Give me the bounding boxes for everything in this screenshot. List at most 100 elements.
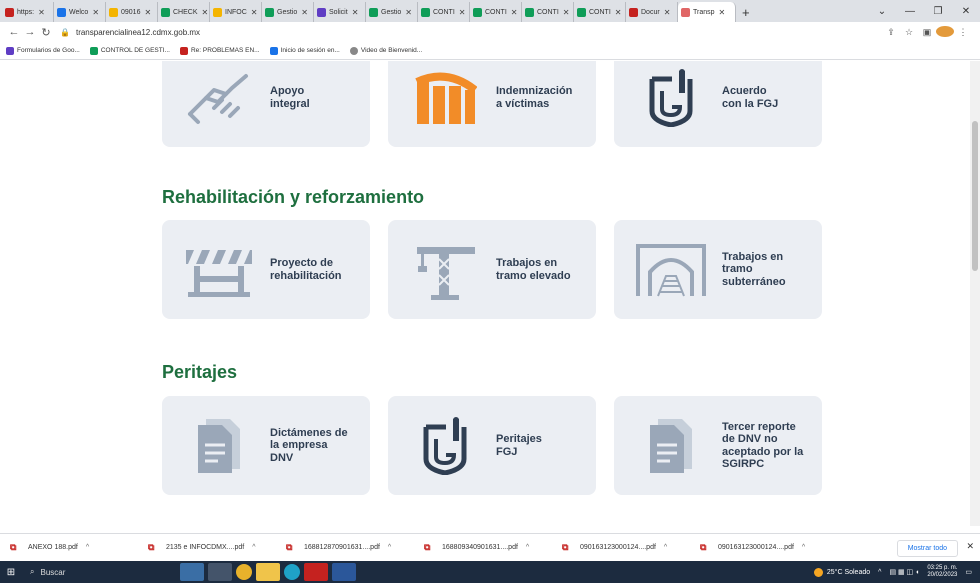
lock-icon[interactable]: 🔒 <box>60 28 70 37</box>
widgets-icon[interactable] <box>180 563 204 581</box>
chevron-up-icon[interactable]: ^ <box>252 544 255 551</box>
notification-icon[interactable]: ▭ <box>965 568 972 576</box>
close-icon[interactable]: ✕ <box>511 8 518 17</box>
close-icon[interactable]: ✕ <box>38 8 45 17</box>
close-window-icon[interactable]: ✕ <box>952 6 980 17</box>
close-icon[interactable]: ✕ <box>966 541 974 552</box>
file-explorer-icon[interactable] <box>256 563 280 581</box>
close-icon[interactable]: ✕ <box>92 8 99 17</box>
close-icon[interactable]: ✕ <box>144 8 151 17</box>
browser-tab-active[interactable]: Transp ✕ <box>678 2 736 22</box>
tab-favicon-icon <box>629 7 638 17</box>
close-icon[interactable]: ✕ <box>352 8 359 17</box>
close-icon[interactable]: ✕ <box>563 8 570 17</box>
clock[interactable]: 03:25 p. m. 20/02/2023 <box>927 565 957 579</box>
tab-favicon-icon <box>57 7 66 17</box>
close-icon[interactable]: ✕ <box>615 8 622 17</box>
task-view-icon[interactable] <box>208 563 232 581</box>
profile-avatar[interactable] <box>936 25 954 39</box>
restore-icon[interactable]: ❐ <box>924 6 952 17</box>
document-icon <box>180 407 258 485</box>
sidepanel-icon[interactable]: ▣ <box>918 27 936 38</box>
download-item[interactable]: ⧉ 168809340901631....pdf ^ <box>424 542 562 554</box>
browser-tab[interactable]: Gestio ✕ <box>366 2 418 22</box>
tab-label: Gestio <box>277 8 298 16</box>
reload-icon[interactable]: ↻ <box>38 26 54 39</box>
bookmark-item[interactable]: CONTROL DE GESTI... <box>89 46 170 55</box>
handshake-icon <box>180 61 258 137</box>
bookmark-item[interactable]: Inicio de sesión en... <box>269 46 340 55</box>
sun-icon <box>813 567 823 577</box>
browser-tab[interactable]: CONTI ✕ <box>470 2 522 22</box>
card-label: Dictámenes de la empresa DNV <box>270 426 348 464</box>
close-icon[interactable]: ✕ <box>405 8 412 17</box>
close-icon[interactable]: ✕ <box>202 8 209 17</box>
close-icon[interactable]: ✕ <box>664 8 671 17</box>
star-icon[interactable]: ☆ <box>900 27 918 38</box>
browser-tab[interactable]: 09016 ✕ <box>106 2 158 22</box>
chevron-up-icon[interactable]: ^ <box>526 544 529 551</box>
url-text: transparencialinea12.cdmx.gob.mx <box>75 27 201 37</box>
weather-label[interactable]: 25°C Soleado <box>827 569 870 576</box>
download-item[interactable]: ⧉ 090163123000124....pdf ^ <box>562 542 700 554</box>
download-item[interactable]: ⧉ 090163123000124....pdf ^ <box>700 542 838 554</box>
browser-tab[interactable]: Docur ✕ <box>626 2 678 22</box>
bookmark-item[interactable]: Video de Bienvenid... <box>349 46 422 55</box>
card-tramo-elevado[interactable]: Trabajos en tramo elevado <box>388 220 596 319</box>
close-icon[interactable]: ✕ <box>251 8 258 17</box>
chevron-up-icon[interactable]: ^ <box>388 544 391 551</box>
new-tab-button[interactable]: + <box>736 2 756 22</box>
section-title-rehabilitacion: Rehabilitación y reforzamiento <box>162 187 425 207</box>
browser-tab[interactable]: Solicit ✕ <box>314 2 366 22</box>
card-tercer-reporte-dnv[interactable]: Tercer reporte de DNV no aceptado por la… <box>614 396 822 495</box>
menu-dots-icon[interactable]: ⋮ <box>954 27 972 38</box>
chrome-icon[interactable] <box>236 564 252 580</box>
browser-tab[interactable]: CHECK ✕ <box>158 2 210 22</box>
pdf-reader-icon[interactable] <box>304 563 328 581</box>
chevron-up-icon[interactable]: ^ <box>86 544 89 551</box>
card-proyecto-rehabilitacion[interactable]: Proyecto de rehabilitación <box>162 220 370 319</box>
share-icon[interactable]: ⇪ <box>882 27 900 38</box>
windows-start-icon[interactable]: ⊞ <box>0 561 22 583</box>
card-dictamenes-dnv[interactable]: Dictámenes de la empresa DNV <box>162 396 370 495</box>
edge-icon[interactable] <box>284 564 300 580</box>
download-filename: 090163123000124....pdf <box>718 544 794 551</box>
tray-apps-icon[interactable]: ▤ ▦ ◫ ◖ <box>889 568 919 576</box>
browser-tab[interactable]: CONTI ✕ <box>418 2 470 22</box>
word-icon[interactable] <box>332 563 356 581</box>
download-item[interactable]: ⧉ 2135 e INFOCDMX....pdf ^ <box>148 542 286 554</box>
close-icon[interactable]: ✕ <box>301 8 308 17</box>
download-filename: 168809340901631....pdf <box>442 544 518 551</box>
card-tramo-subterraneo[interactable]: Trabajos en tramo subterráneo <box>614 220 822 319</box>
chevron-up-icon[interactable]: ^ <box>664 544 667 551</box>
close-icon[interactable]: ✕ <box>459 8 466 17</box>
forward-arrow-icon[interactable]: → <box>22 26 38 38</box>
show-all-downloads-button[interactable]: Mostrar todo <box>896 540 958 557</box>
card-peritajes-fgj[interactable]: Peritajes FGJ <box>388 396 596 495</box>
download-item[interactable]: ⧉ 168812870901631....pdf ^ <box>286 542 424 554</box>
close-icon[interactable]: ✕ <box>719 8 726 17</box>
browser-tab[interactable]: https: ✕ <box>2 2 54 22</box>
url-field[interactable]: 🔒 transparencialinea12.cdmx.gob.mx <box>60 24 882 40</box>
scrollbar-thumb[interactable] <box>972 121 978 271</box>
page-scrollbar[interactable] <box>970 61 980 526</box>
tray-chevron-icon[interactable]: ^ <box>878 569 881 576</box>
browser-tab[interactable]: INFOC ✕ <box>210 2 262 22</box>
card-apoyo-integral[interactable]: Apoyo integral <box>162 61 370 147</box>
minimize-icon[interactable]: — <box>896 6 924 17</box>
card-acuerdo-fgj[interactable]: Acuerdo con la FGJ <box>614 61 822 147</box>
system-tray: 25°C Soleado ^ ▤ ▦ ◫ ◖ 03:25 p. m. 20/02… <box>813 561 980 583</box>
taskbar-search[interactable]: ⌕ Buscar <box>22 561 132 583</box>
download-item[interactable]: ⧉ ANEXO 188.pdf ^ <box>10 542 148 554</box>
tab-label: https: <box>17 8 35 16</box>
chevron-down-icon[interactable]: ⌄ <box>868 6 896 17</box>
bookmark-item[interactable]: Re: PROBLEMAS EN... <box>179 46 260 55</box>
browser-tab[interactable]: CONTI ✕ <box>574 2 626 22</box>
card-indemnizacion[interactable]: Indemnización a víctimas <box>388 61 596 147</box>
browser-tab[interactable]: CONTI ✕ <box>522 2 574 22</box>
browser-tab[interactable]: Welco ✕ <box>54 2 106 22</box>
bookmark-item[interactable]: Formularios de Goo... <box>6 46 80 55</box>
browser-tab[interactable]: Gestio ✕ <box>262 2 314 22</box>
chevron-up-icon[interactable]: ^ <box>802 544 805 551</box>
back-arrow-icon[interactable]: ← <box>6 26 22 38</box>
